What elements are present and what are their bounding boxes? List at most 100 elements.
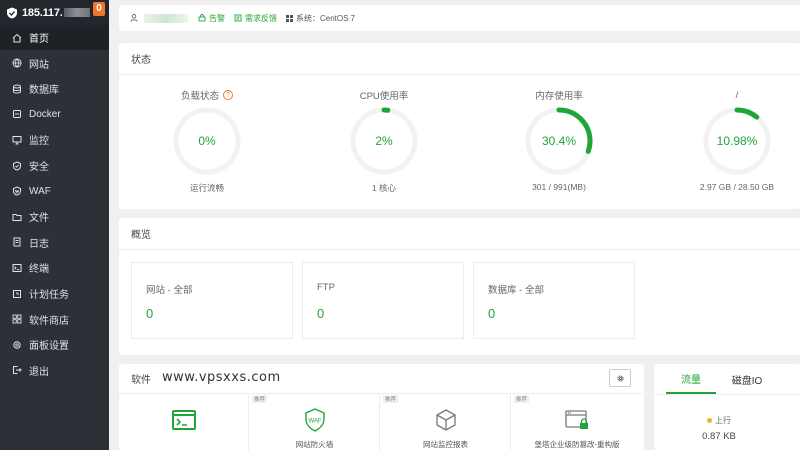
sidebar-item-3[interactable]: Docker	[0, 102, 109, 127]
gauge-subtext: 1 核心	[371, 183, 397, 193]
software-item-1[interactable]: 推荐 WAF 网站防火墙	[250, 393, 380, 450]
sidebar-item-11[interactable]: 软件商店	[0, 307, 109, 332]
sidebar-item-0[interactable]: 首页	[0, 25, 109, 50]
overview-card: 概览 网站 - 全部 0 FTP 0 数据库 - 全部 0	[119, 218, 800, 355]
overview-value: 0	[488, 306, 496, 321]
gauge-ring: 30.4%	[524, 106, 594, 176]
shield-icon	[12, 160, 22, 171]
sidebar-item-10[interactable]: 计划任务	[0, 281, 109, 306]
gauge-ring: 2%	[349, 106, 419, 176]
gauge-ring: 10.98%	[702, 106, 772, 176]
browser-lock-icon	[564, 407, 590, 433]
sidebar-item-label: 计划任务	[29, 290, 69, 301]
feedback-icon	[234, 14, 242, 22]
gauge-label-row: CPU使用率	[309, 88, 459, 102]
gauge-subtext: 运行流畅	[189, 183, 224, 193]
gauge-subtext: 301 / 991(MB)	[532, 182, 586, 192]
gauge-value: 10.98%	[716, 134, 758, 148]
upload-legend: 上行	[654, 415, 784, 426]
docker-icon	[12, 109, 22, 119]
recommend-tag: 推荐	[383, 395, 399, 403]
sidebar-item-label: 面板设置	[29, 341, 69, 353]
sidebar-item-label: 安全	[29, 162, 49, 173]
gauge-label: 内存使用率	[535, 91, 583, 102]
software-name: 网站监控报表	[423, 440, 468, 449]
status-card: 状态 负载状态? 0% 运行流畅 CPU使用率 2% 1 核心 内存使用率 30.4% 301 …	[119, 43, 800, 209]
sidebar: 185.117. 0 首页网站数据库 Docker 监控安全 WAF 文件 日志终端计划任…	[0, 0, 109, 450]
software-name: 网站防火墙	[295, 440, 334, 449]
tab-divider	[654, 394, 800, 395]
gauge-2[interactable]: 内存使用率 30.4% 301 / 991(MB)	[484, 88, 634, 192]
terminal-app-icon	[171, 407, 197, 433]
system-info: 系统：CentOS 7	[286, 13, 355, 24]
overview-value: 0	[146, 306, 154, 321]
sidebar-item-6[interactable]: WAF	[0, 179, 109, 204]
sidebar-item-8[interactable]: 日志	[0, 230, 109, 255]
gauge-label-row: /	[662, 88, 800, 102]
gauge-label-row: 负载状态?	[132, 88, 282, 102]
recommend-tag: 推荐	[514, 395, 530, 403]
gauge-label-row: 内存使用率	[484, 88, 634, 102]
recommend-tag: 推荐	[252, 395, 268, 403]
alert-link[interactable]: 告警	[198, 13, 225, 24]
gauge-value: 2%	[375, 134, 393, 148]
sidebar-item-label: 软件商店	[29, 315, 69, 327]
tab-disk-io[interactable]: 磁盘IO	[722, 364, 772, 394]
sidebar-item-2[interactable]: 数据库	[0, 76, 109, 101]
sidebar-item-label: 退出	[29, 366, 49, 378]
upload-label: 上行	[715, 416, 731, 425]
software-settings-button[interactable]	[609, 369, 631, 387]
sidebar-item-5[interactable]: 安全	[0, 153, 109, 178]
notification-badge[interactable]: 0	[93, 2, 105, 16]
overview-label: FTP	[317, 282, 335, 293]
software-item-2[interactable]: 推荐网站监控报表	[381, 393, 511, 450]
sidebar-item-label: 数据库	[29, 85, 59, 97]
help-icon[interactable]: ?	[223, 90, 233, 100]
overview-box-2[interactable]: 数据库 - 全部 0	[473, 262, 635, 339]
top-bar: 告警 需求反馈 系统：CentOS 7	[119, 5, 800, 31]
folder-icon	[12, 212, 22, 222]
sidebar-item-13[interactable]: 退出	[0, 358, 109, 383]
user-icon	[130, 14, 138, 22]
gauge-label: /	[735, 89, 739, 101]
gauge-0[interactable]: 负载状态? 0% 运行流畅	[132, 88, 282, 194]
gauge-label: 负载状态	[180, 91, 219, 102]
sidebar-item-1[interactable]: 网站	[0, 51, 109, 76]
sidebar-item-4[interactable]: 监控	[0, 127, 109, 152]
software-name: 堡塔企业级防篡改-重构版	[534, 440, 620, 449]
gauge-subtext: 2.97 GB / 28.50 GB	[699, 182, 775, 192]
sidebar-item-label: 网站	[29, 59, 49, 71]
log-icon	[12, 237, 22, 247]
alert-label: 告警	[209, 13, 225, 23]
sidebar-item-12[interactable]: 面板设置	[0, 332, 109, 357]
overview-label: 网站 - 全部	[146, 285, 193, 296]
feedback-label: 需求反馈	[245, 13, 277, 23]
status-title: 状态	[119, 43, 800, 75]
sidebar-item-label: 首页	[29, 34, 49, 45]
sidebar-item-9[interactable]: 终端	[0, 255, 109, 280]
gauge-1[interactable]: CPU使用率 2% 1 核心	[309, 88, 459, 194]
gauge-3[interactable]: / 10.98% 2.97 GB / 28.50 GB	[662, 88, 800, 193]
system-label: 系统：CentOS 7	[296, 13, 356, 23]
logout-icon	[12, 365, 22, 375]
alert-icon	[198, 14, 206, 22]
gauge-value: 0%	[198, 134, 216, 148]
sidebar-item-7[interactable]: 文件	[0, 204, 109, 229]
monitor-icon	[12, 135, 22, 145]
sidebar-item-label: 终端	[29, 264, 49, 276]
sidebar-item-label: WAF	[29, 185, 51, 197]
software-item-3[interactable]: 推荐堡塔企业级防篡改-重构版	[512, 393, 642, 450]
overview-box-0[interactable]: 网站 - 全部 0	[131, 262, 293, 339]
gauge-label: CPU使用率	[359, 91, 409, 102]
server-ip: 185.117.	[22, 7, 90, 19]
feedback-link[interactable]: 需求反馈	[234, 13, 277, 24]
software-item-0[interactable]	[119, 393, 249, 450]
waf-icon: WAF	[302, 407, 328, 433]
tab-traffic[interactable]: 流量	[666, 364, 716, 394]
sidebar-item-label: Docker	[29, 108, 61, 120]
waf-shield-icon	[12, 186, 22, 196]
gear-icon	[616, 374, 624, 382]
overview-box-1[interactable]: FTP 0	[302, 262, 464, 339]
traffic-card: 流量 磁盘IO 上行 0.87 KB	[654, 364, 800, 450]
username-redaction	[144, 13, 188, 23]
